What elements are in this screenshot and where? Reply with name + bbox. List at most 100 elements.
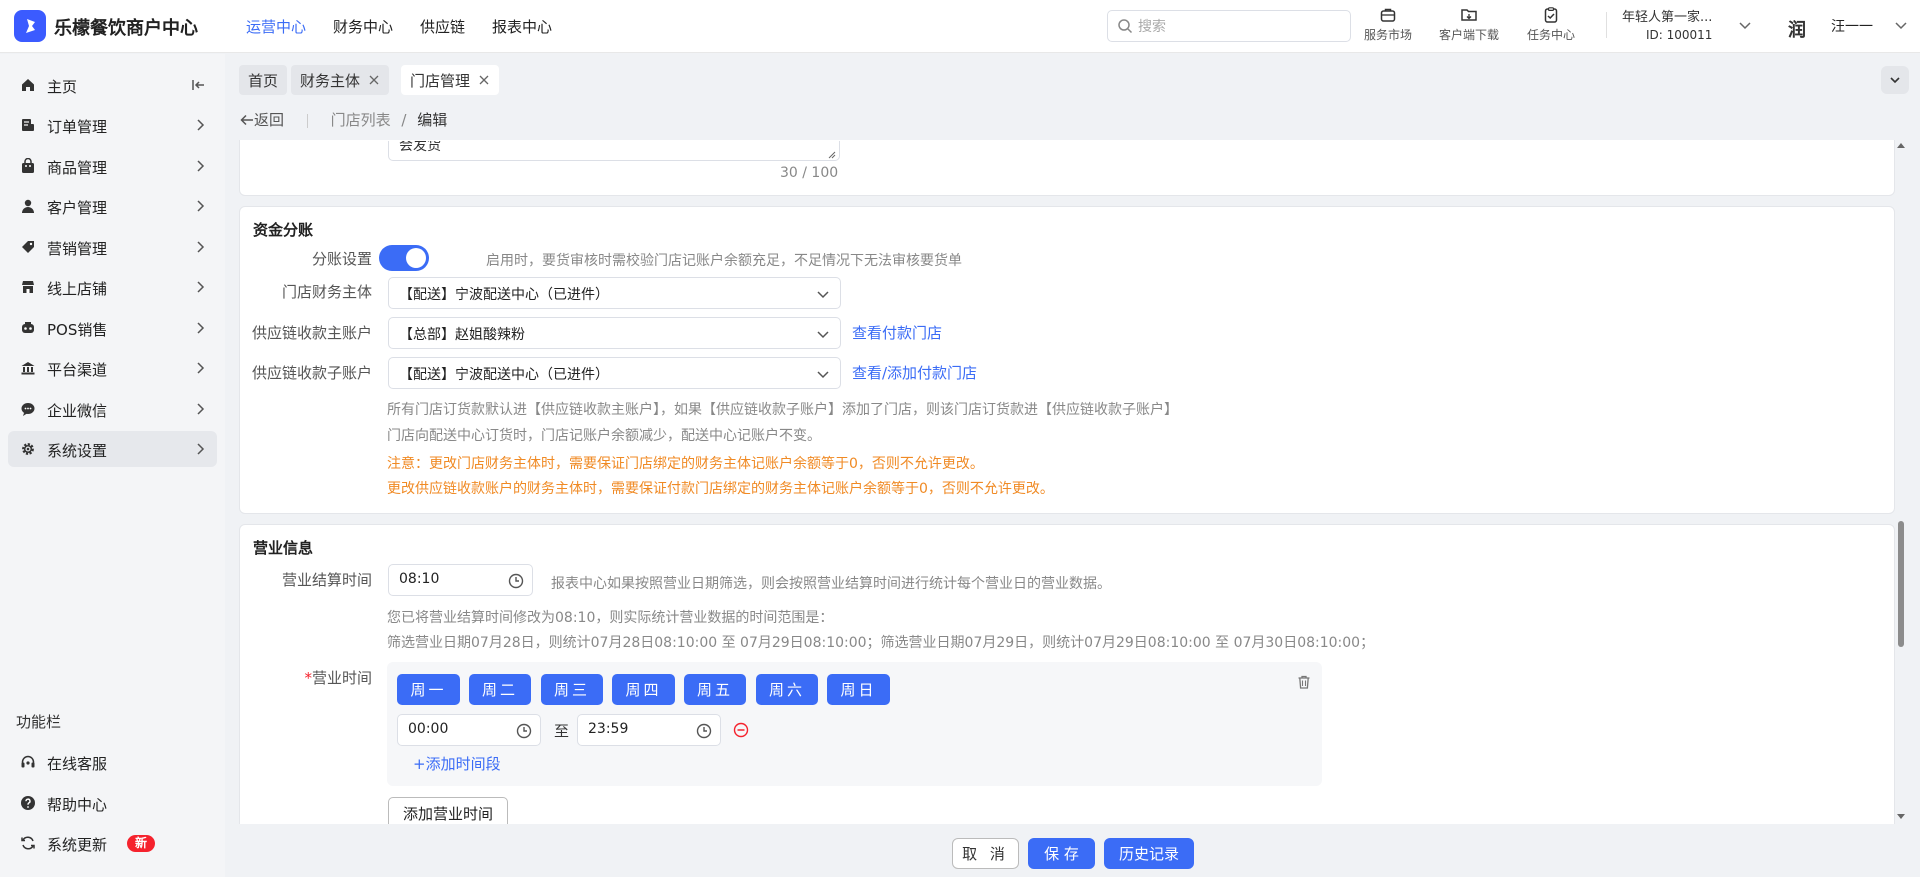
day-tue[interactable]: 周二 <box>469 674 531 705</box>
sidebar-item-settings[interactable]: 系统设置 <box>8 431 217 467</box>
search-input[interactable] <box>1138 16 1338 38</box>
sidebar-item-products[interactable]: 商品管理 <box>8 148 217 184</box>
close-icon[interactable] <box>478 74 490 86</box>
sidebar-item-online-store[interactable]: 线上店铺 <box>8 269 217 305</box>
account-switcher[interactable]: 年轻人第一家... ID: 100011 <box>1622 6 1712 42</box>
save-button[interactable]: 保 存 <box>1028 838 1095 869</box>
tool-client-download[interactable]: 客户端下载 <box>1439 6 1499 43</box>
chat-icon <box>21 403 35 416</box>
add-time-segment-link[interactable]: +添加时间段 <box>413 753 501 774</box>
topnav-supply-chain[interactable]: 供应链 <box>420 16 465 37</box>
tag-icon <box>22 241 34 253</box>
day-thu[interactable]: 周四 <box>612 674 675 705</box>
tool-service-market[interactable]: 服务市场 <box>1364 6 1412 43</box>
chevron-down-icon <box>817 331 829 339</box>
cancel-button[interactable]: 取 消 <box>952 838 1019 869</box>
tab-store-management[interactable]: 门店管理 <box>401 65 500 95</box>
tab-bar: 首页 财务主体 门店管理 <box>225 54 1920 104</box>
account-name: 年轻人第一家... <box>1622 10 1713 25</box>
split-toggle[interactable] <box>379 245 429 271</box>
footer-actions: 取 消 保 存 历史记录 <box>225 824 1920 877</box>
chevron-down-icon[interactable] <box>1738 18 1752 32</box>
topnav-reports[interactable]: 报表中心 <box>492 16 552 37</box>
chevron-right-icon <box>197 200 205 212</box>
entity-label: 门店财务主体 <box>281 283 372 301</box>
day-fri[interactable]: 周五 <box>684 674 746 705</box>
business-hours-label: *营业时间 <box>304 669 372 687</box>
scroll-up-arrow-icon[interactable] <box>1897 142 1905 150</box>
chevron-right-icon <box>197 443 205 455</box>
download-folder-icon <box>1461 9 1477 21</box>
close-icon[interactable] <box>368 74 380 86</box>
view-paying-stores-link[interactable]: 查看付款门店 <box>852 322 942 343</box>
clock-icon <box>696 723 712 739</box>
breadcrumb-divider <box>306 113 308 128</box>
history-button[interactable]: 历史记录 <box>1104 838 1194 869</box>
new-badge: 新 <box>127 835 156 852</box>
funds-note-1: 所有门店订货款默认进【供应链收款主账户】，如果【供应链收款子账户】添加了门店，则… <box>387 402 1178 418</box>
add-paying-stores-link[interactable]: 查看/添加付款门店 <box>852 362 977 383</box>
sub-account-select[interactable]: 【配送】宁波配送中心（已进件） <box>388 357 841 389</box>
chevron-down-icon <box>817 291 829 299</box>
tab-home[interactable]: 首页 <box>239 65 288 95</box>
add-business-hours-button[interactable]: 添加营业时间 <box>388 797 508 824</box>
content-scrollbar[interactable] <box>1896 140 1906 824</box>
back-button[interactable]: 返回 <box>240 111 289 129</box>
main-account-select[interactable]: 【总部】赵姐酸辣粉 <box>388 317 841 349</box>
sidebar-item-wecom[interactable]: 企业微信 <box>8 391 217 427</box>
sidebar-item-home[interactable]: 主页 <box>8 67 217 103</box>
settle-time-label: 营业结算时间 <box>281 571 372 589</box>
clock-icon <box>508 573 524 589</box>
sidebar-item-system-update[interactable]: 系统更新 新 <box>8 825 217 861</box>
clipboard-check-icon <box>1544 7 1558 23</box>
settle-time-picker[interactable]: 08:10 <box>388 564 533 596</box>
to-label: 至 <box>554 722 570 740</box>
topnav-operations[interactable]: 运营中心 <box>246 16 306 37</box>
remark-textarea[interactable]: 会发货 <box>388 141 840 161</box>
sidebar-item-marketing[interactable]: 营销管理 <box>8 229 217 265</box>
sidebar-item-help[interactable]: 帮助中心 <box>8 785 217 821</box>
user-name[interactable]: 汪一一 <box>1831 16 1873 36</box>
tab-finance-entity[interactable]: 财务主体 <box>291 65 390 95</box>
remove-segment-icon[interactable] <box>733 722 749 738</box>
tool-task-center[interactable]: 任务中心 <box>1527 6 1575 43</box>
search-box[interactable] <box>1107 10 1351 42</box>
sidebar-item-customers[interactable]: 客户管理 <box>8 188 217 224</box>
user-avatar[interactable]: 润 <box>1788 16 1806 42</box>
chevron-right-icon <box>197 403 205 415</box>
funds-split-card: 资金分账 分账设置 启用时，要货审核时需校验门店记账户余额充足，不足情况下无法审… <box>239 206 1895 514</box>
day-sat[interactable]: 周六 <box>756 674 818 705</box>
start-time-picker[interactable]: 00:00 <box>397 714 541 746</box>
breadcrumb-parent[interactable]: 门店列表 <box>331 111 391 129</box>
tab-menu-button[interactable] <box>1881 66 1909 94</box>
breadcrumb: 返回 门店列表 / 编辑 <box>240 109 447 130</box>
chevron-down-icon[interactable] <box>1894 18 1908 32</box>
business-title: 营业信息 <box>253 539 314 557</box>
breadcrumb-separator: / <box>401 111 407 129</box>
end-time-picker[interactable]: 23:59 <box>577 714 721 746</box>
split-hint: 启用时，要货审核时需校验门店记账户余额充足，不足情况下无法审核要货单 <box>486 253 962 269</box>
resize-handle-icon[interactable] <box>828 151 836 159</box>
day-mon[interactable]: 周一 <box>397 674 460 705</box>
sidebar-item-orders[interactable]: 订单管理 <box>8 107 217 143</box>
scroll-thumb[interactable] <box>1898 521 1904 647</box>
content-area: 会发货 30 / 100 资金分账 分账设置 启用时，要货审核时需校验门店记账户… <box>239 140 1895 824</box>
app-logo-icon[interactable] <box>14 10 46 42</box>
trash-icon[interactable] <box>1296 674 1312 690</box>
store-icon <box>22 281 34 293</box>
chevron-right-icon <box>197 119 205 131</box>
collapse-sidebar-icon[interactable] <box>191 77 207 93</box>
sidebar-item-online-service[interactable]: 在线客服 <box>8 744 217 780</box>
sidebar-item-pos[interactable]: POS销售 <box>8 310 217 346</box>
entity-select[interactable]: 【配送】宁波配送中心（已进件） <box>388 277 841 309</box>
day-sun[interactable]: 周日 <box>827 674 890 705</box>
topnav-finance[interactable]: 财务中心 <box>333 16 393 37</box>
scroll-down-arrow-icon[interactable] <box>1897 812 1905 820</box>
business-hours-box: 周一 周二 周三 周四 周五 周六 周日 00:00 至 23:59 +添加时间… <box>387 662 1322 786</box>
day-wed[interactable]: 周三 <box>541 674 603 705</box>
sidebar-item-channels[interactable]: 平台渠道 <box>8 350 217 386</box>
home-icon <box>22 79 34 91</box>
split-setting-label: 分账设置 <box>311 250 372 268</box>
bank-icon <box>21 362 35 375</box>
breadcrumb-current: 编辑 <box>417 111 448 129</box>
